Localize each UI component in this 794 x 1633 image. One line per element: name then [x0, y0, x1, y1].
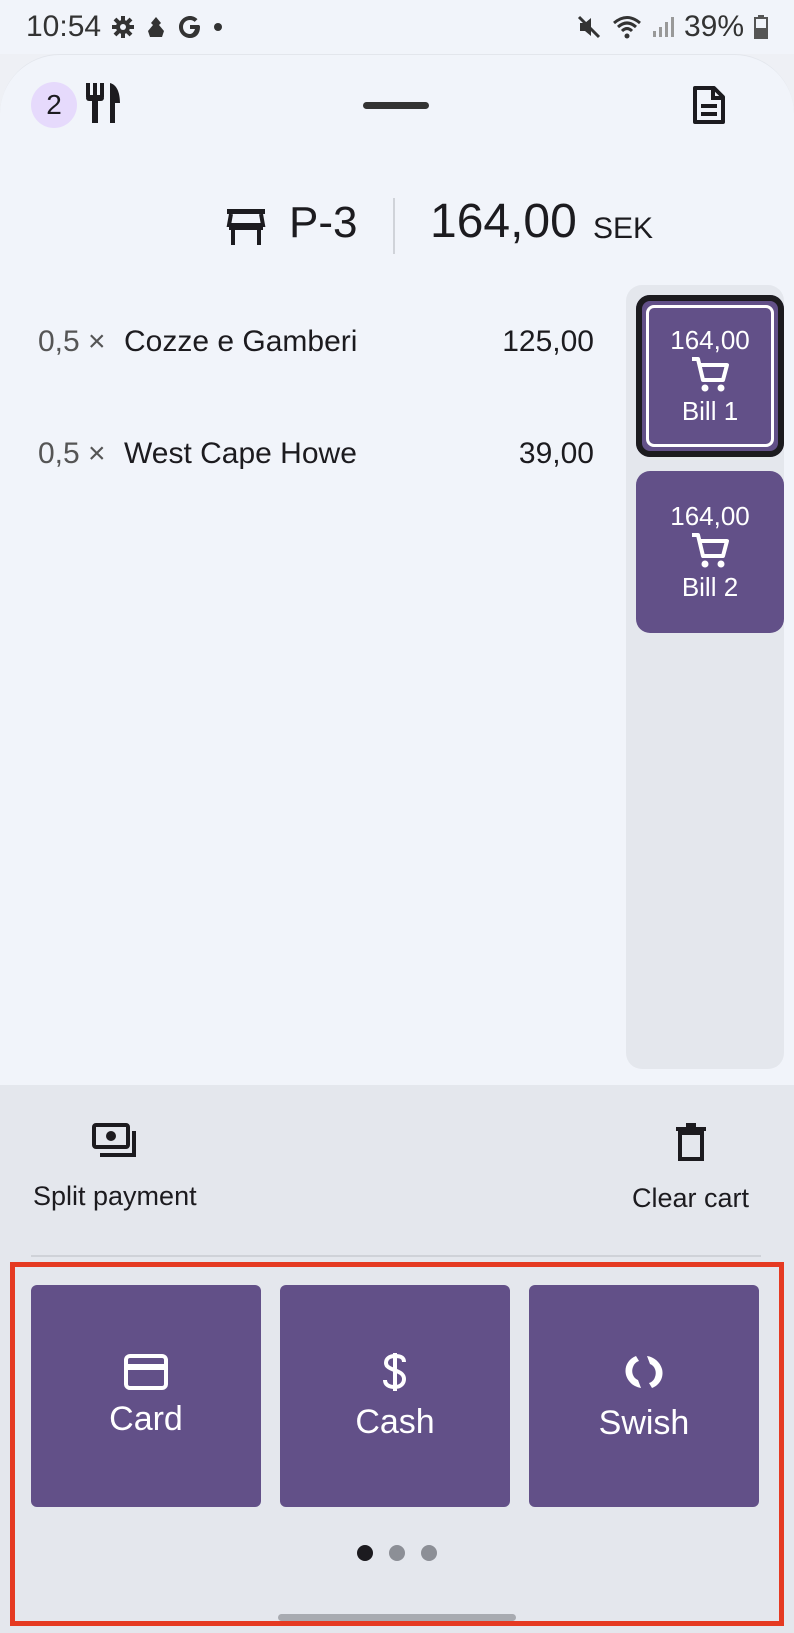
cart-icon: [692, 357, 729, 392]
receipt-icon[interactable]: [692, 85, 726, 125]
order-total: 164,00: [430, 195, 577, 248]
clear-cart-label: Clear cart: [632, 1183, 750, 1213]
highlight-box: [10, 1262, 784, 1626]
bill-2-card[interactable]: 164,00 Bill 2: [636, 471, 784, 633]
mute-icon: [577, 15, 601, 39]
clear-cart-button[interactable]: Clear cart: [632, 1123, 749, 1214]
item-price: 125,00: [502, 325, 594, 358]
order-list: 0,5 × Cozze e Gamberi 125,00 0,5 × West …: [38, 315, 594, 539]
table-badge[interactable]: 2: [31, 82, 77, 128]
split-payment-button[interactable]: Split payment: [33, 1123, 197, 1212]
dot-icon: [214, 23, 223, 31]
settings-icon: [112, 16, 135, 38]
bill-amount: 164,00: [670, 501, 750, 531]
split-payment-label: Split payment: [33, 1181, 197, 1211]
google-icon: [179, 16, 201, 38]
wifi-icon: [612, 16, 641, 39]
order-item[interactable]: 0,5 × West Cape Howe 39,00: [38, 427, 594, 481]
cart-icon: [692, 533, 729, 568]
order-item[interactable]: 0,5 × Cozze e Gamberi 125,00: [38, 315, 594, 369]
top-bar: 2: [0, 55, 794, 155]
item-name: West Cape Howe: [124, 437, 357, 470]
item-quantity: 0,5 ×: [38, 437, 106, 470]
gesture-nav-bar[interactable]: [278, 1614, 516, 1621]
battery-percent: 39%: [683, 10, 744, 43]
trash-icon: [675, 1123, 706, 1161]
order-header: P-3 164,00 SEK: [0, 190, 794, 280]
status-time: 10:54: [26, 10, 102, 43]
item-price: 39,00: [518, 437, 594, 470]
table-name: P-3: [289, 198, 358, 247]
bill-amount: 164,00: [670, 325, 750, 355]
signal-icon: [652, 17, 674, 37]
header-divider: [393, 198, 395, 254]
bill-1-card[interactable]: 164,00 Bill 1: [636, 295, 784, 457]
status-bar: 10:54 39%: [0, 0, 794, 54]
panel-divider: [31, 1255, 761, 1257]
split-payment-icon: [91, 1123, 136, 1157]
bill-name: Bill 1: [681, 396, 739, 426]
bill-name: Bill 2: [681, 572, 739, 602]
battery-icon: [754, 15, 768, 39]
currency-label: SEK: [593, 212, 654, 245]
item-quantity: 0,5 ×: [38, 325, 106, 358]
bill-list: 164,00 Bill 1 164,00 Bill 2: [626, 285, 784, 1069]
table-icon: [226, 209, 266, 245]
drag-handle[interactable]: [363, 102, 429, 109]
notification-app-icon: [148, 17, 165, 37]
fork-knife-icon[interactable]: [84, 83, 122, 123]
item-name: Cozze e Gamberi: [124, 325, 358, 358]
